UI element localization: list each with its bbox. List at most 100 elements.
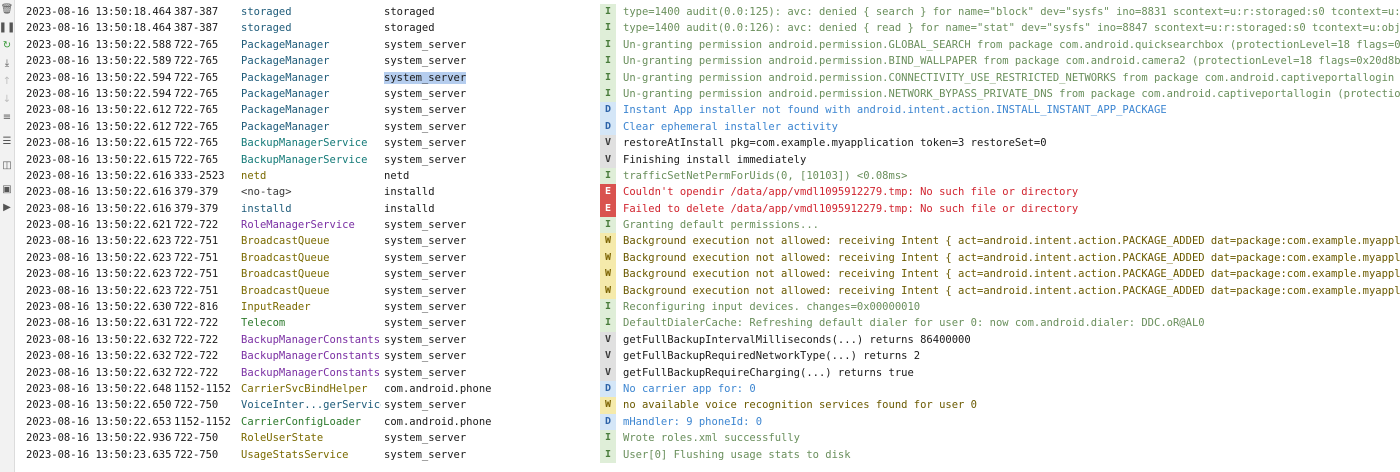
log-pid: 1152-1152	[174, 415, 231, 428]
log-timestamp: 2023-08-16 13:50:22.612	[26, 120, 172, 133]
log-tag: CarrierConfigLoader	[241, 415, 362, 428]
filter-settings-icon[interactable]: ☰	[1, 136, 13, 148]
log-package: system_server	[384, 104, 467, 117]
log-row[interactable]: 2023-08-16 13:50:22.632 722-722 BackupMana…	[14, 364, 1400, 381]
log-package: system_server	[384, 350, 467, 363]
layout-icon[interactable]: ◫	[1, 160, 13, 172]
log-level-badge: V	[600, 348, 616, 365]
log-level-badge: I	[600, 315, 616, 332]
log-timestamp: 2023-08-16 13:50:22.589	[26, 55, 172, 68]
log-row[interactable]: 2023-08-16 13:50:22.936 722-750 RoleUserSt…	[14, 430, 1400, 447]
log-message: Finishing install immediately	[623, 153, 807, 166]
log-pid: 379-379	[174, 202, 219, 215]
log-package: system_server	[384, 120, 467, 133]
log-pid: 387-387	[174, 22, 219, 35]
log-row[interactable]: 2023-08-16 13:50:22.623 722-751 BroadcastQ…	[14, 233, 1400, 250]
log-timestamp: 2023-08-16 13:50:22.616	[26, 169, 172, 182]
log-row[interactable]: 2023-08-16 13:50:22.616 333-2523 netd netd I…	[14, 167, 1400, 185]
log-row[interactable]: 2023-08-16 13:50:18.464 387-387 storaged st…	[14, 20, 1400, 37]
log-tag: netd	[241, 169, 267, 182]
log-row[interactable]: 2023-08-16 13:50:22.632 722-722 BackupMana…	[14, 331, 1400, 349]
log-row[interactable]: 2023-08-16 13:50:22.615 722-765 BackupMana…	[14, 135, 1400, 152]
soft-wrap-icon[interactable]: ≡	[1, 112, 13, 124]
log-pid: 722-750	[174, 448, 219, 461]
arrow-down-icon[interactable]: ↓	[1, 94, 13, 106]
log-level-badge: I	[600, 167, 616, 185]
log-tag: BroadcastQueue	[241, 251, 330, 264]
log-pid: 722-722	[174, 219, 219, 232]
log-row[interactable]: 2023-08-16 13:50:22.594 722-765 PackageMan…	[14, 69, 1400, 86]
log-level-badge: W	[600, 233, 616, 250]
log-tag: BackupManagerConstants	[241, 366, 381, 379]
log-message: Background execution not allowed: receiv…	[623, 251, 1400, 264]
log-tag: Telecom	[241, 317, 286, 330]
log-row[interactable]: 2023-08-16 13:50:22.616 379-379 <no-tag> in…	[14, 184, 1400, 201]
log-row[interactable]: 2023-08-16 13:50:22.612 722-765 PackageMan…	[14, 102, 1400, 119]
log-level-badge: V	[600, 331, 616, 349]
log-level-badge: I	[600, 217, 616, 234]
pause-icon[interactable]: ❚❚	[0, 22, 15, 34]
log-row[interactable]: 2023-08-16 13:50:22.621 722-722 RoleManage…	[14, 217, 1400, 234]
log-timestamp: 2023-08-16 13:50:22.615	[26, 153, 172, 166]
log-row[interactable]: 2023-08-16 13:50:22.589 722-765 PackageMan…	[14, 53, 1400, 70]
log-package: system_server	[384, 284, 467, 297]
log-message: type=1400 audit(0.0:125): avc: denied { …	[623, 6, 1400, 18]
log-pid: 722-765	[174, 137, 219, 150]
log-message: Background execution not allowed: receiv…	[623, 268, 1400, 281]
log-level-badge: D	[600, 380, 616, 398]
log-package: com.android.phone	[384, 415, 492, 428]
log-tag: BroadcastQueue	[241, 268, 330, 281]
log-row[interactable]: 2023-08-16 13:50:22.623 722-751 BroadcastQ…	[14, 282, 1400, 300]
log-pid: 722-751	[174, 268, 219, 281]
log-row[interactable]: 2023-08-16 13:50:22.653 1152-1152 CarrierC…	[14, 413, 1400, 431]
log-level-badge: D	[600, 118, 616, 136]
log-row[interactable]: 2023-08-16 13:50:22.623 722-751 BroadcastQ…	[14, 249, 1400, 267]
log-row[interactable]: 2023-08-16 13:50:22.594 722-765 PackageMan…	[14, 85, 1400, 103]
log-timestamp: 2023-08-16 13:50:18.464	[26, 22, 172, 35]
log-tag: BackupManagerService	[241, 137, 368, 150]
log-level-badge: I	[600, 430, 616, 447]
log-row[interactable]: 2023-08-16 13:50:22.631 722-722 Telecom sys…	[14, 315, 1400, 332]
log-row[interactable]: 2023-08-16 13:50:22.630 722-816 InputReade…	[14, 299, 1400, 316]
scroll-end-icon[interactable]: ⤓	[1, 58, 13, 70]
log-package: system_server	[384, 366, 467, 379]
log-package: storaged	[384, 22, 435, 35]
log-row[interactable]: 2023-08-16 13:50:22.650 722-750 VoiceInter…	[14, 397, 1400, 414]
trash-icon[interactable]: 🗑	[1, 4, 14, 16]
log-timestamp: 2023-08-16 13:50:18.464	[26, 6, 172, 18]
log-row[interactable]: 2023-08-16 13:50:22.632 722-722 BackupMana…	[14, 348, 1400, 365]
log-tag: PackageManager	[241, 71, 330, 84]
log-row[interactable]: 2023-08-16 13:50:22.623 722-751 BroadcastQ…	[14, 266, 1400, 283]
logcat-output[interactable]: 2023-08-16 13:50:18.464 387-387 storaged st…	[14, 4, 1400, 463]
log-timestamp: 2023-08-16 13:50:22.623	[26, 235, 172, 248]
log-message: Reconfiguring input devices. changes=0x0…	[623, 301, 921, 314]
log-tag: BackupManagerConstants	[241, 333, 381, 346]
log-row[interactable]: 2023-08-16 13:50:22.648 1152-1152 CarrierS…	[14, 380, 1400, 398]
log-timestamp: 2023-08-16 13:50:22.632	[26, 333, 172, 346]
log-row[interactable]: 2023-08-16 13:50:22.612 722-765 PackageMan…	[14, 118, 1400, 136]
video-icon[interactable]: ▶	[1, 202, 13, 214]
log-level-badge: I	[600, 446, 616, 463]
log-level-badge: D	[600, 102, 616, 119]
log-tag: BroadcastQueue	[241, 235, 330, 248]
log-level-badge: V	[600, 364, 616, 381]
camera-icon[interactable]: ▣	[1, 184, 13, 196]
log-level-badge: W	[600, 266, 616, 283]
log-message: Clear ephemeral installer activity	[623, 120, 838, 133]
log-pid: 722-765	[174, 153, 219, 166]
arrow-up-icon[interactable]: ↑	[1, 76, 13, 88]
restart-icon[interactable]: ↻	[1, 40, 13, 52]
log-row[interactable]: 2023-08-16 13:50:22.615 722-765 BackupMana…	[14, 151, 1400, 168]
log-row[interactable]: 2023-08-16 13:50:18.464 387-387 storaged st…	[14, 4, 1400, 21]
log-timestamp: 2023-08-16 13:50:22.616	[26, 186, 172, 199]
log-package: netd	[384, 169, 410, 182]
log-row[interactable]: 2023-08-16 13:50:23.635 722-750 UsageStats…	[14, 446, 1400, 463]
log-timestamp: 2023-08-16 13:50:22.631	[26, 317, 172, 330]
log-message: Un-granting permission android.permissio…	[623, 87, 1400, 100]
log-row[interactable]: 2023-08-16 13:50:22.616 379-379 installd in…	[14, 200, 1400, 218]
log-message: User[0] Flushing usage stats to disk	[623, 448, 851, 461]
log-message: mHandler: 9 phoneId: 0	[623, 415, 763, 428]
log-row[interactable]: 2023-08-16 13:50:22.588 722-765 PackageMan…	[14, 36, 1400, 54]
log-package: system_server	[384, 38, 467, 51]
log-timestamp: 2023-08-16 13:50:22.936	[26, 432, 172, 445]
